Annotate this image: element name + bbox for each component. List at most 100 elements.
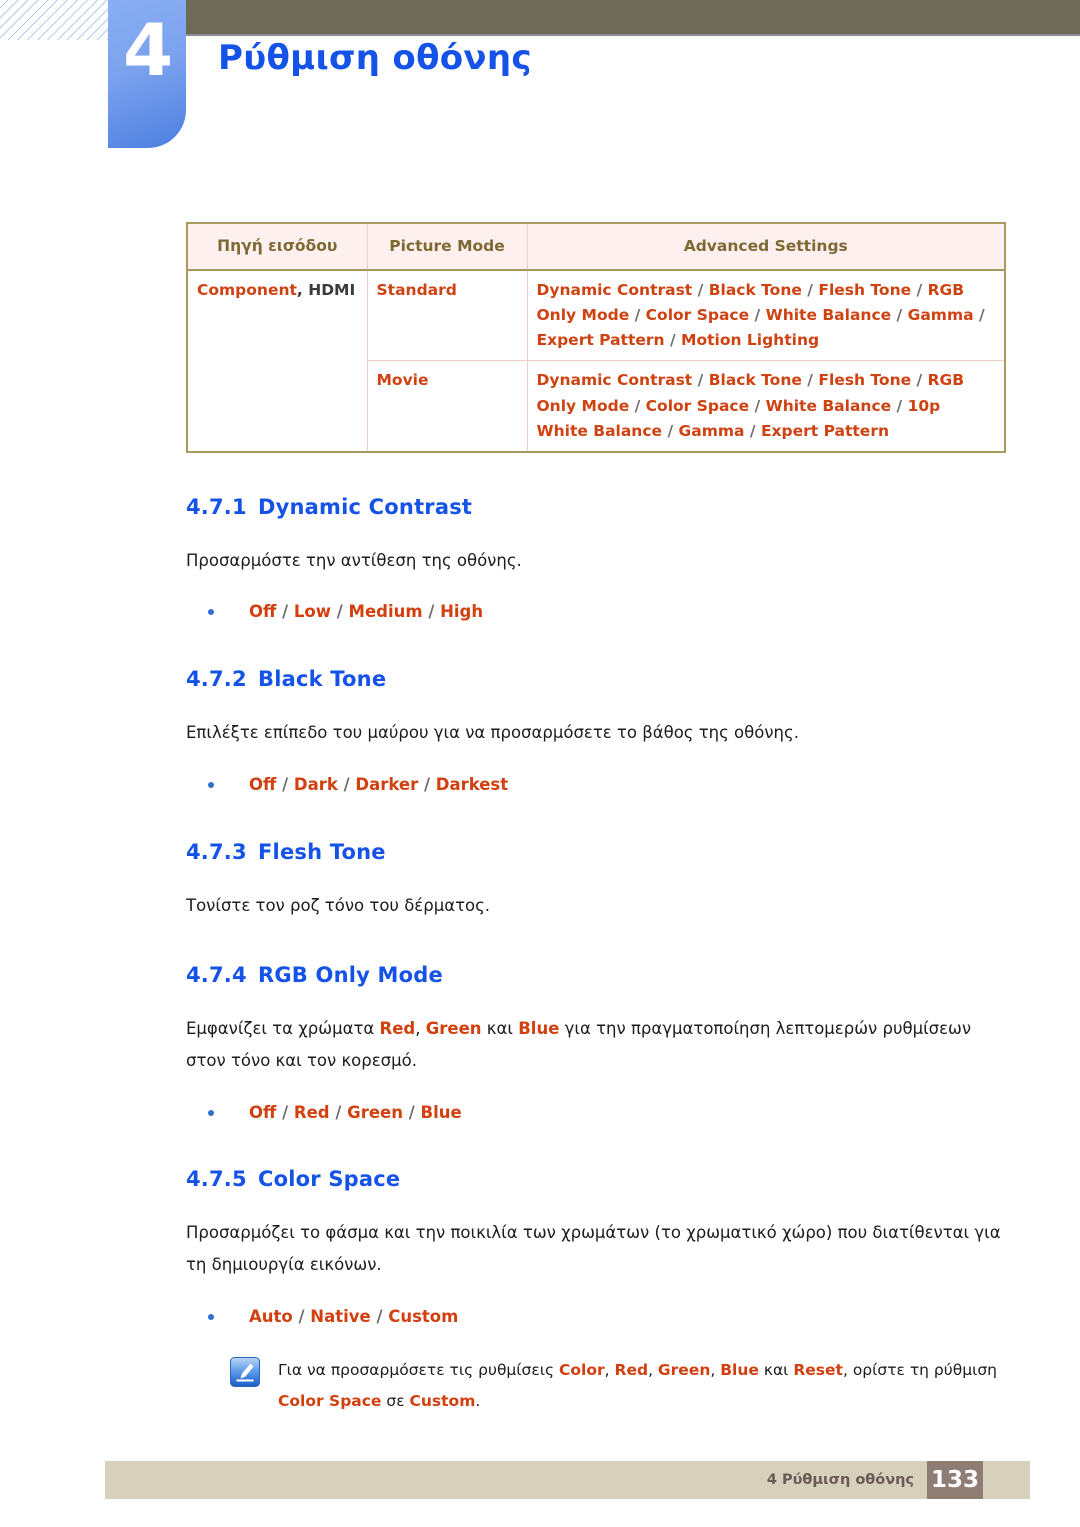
option-list-color-space: Auto / Native / Custom	[186, 1305, 1006, 1330]
note-part: σε	[381, 1391, 410, 1410]
footer-chapter-label: 4 Ρύθμιση οθόνης	[766, 1472, 914, 1488]
separator-slash: /	[423, 774, 430, 794]
highlight-green: Green	[657, 1361, 711, 1380]
separator-slash: /	[697, 371, 704, 390]
note-part: ,	[604, 1361, 615, 1380]
chapter-number: 4	[122, 8, 173, 92]
section-heading-black-tone: 4.7.2 Black Tone	[186, 667, 1006, 691]
note-text: Για να προσαρμόσετε τις ρυθμίσεις Color,…	[278, 1355, 1006, 1415]
separator-slash: /	[282, 1102, 289, 1122]
separator-slash: /	[282, 602, 289, 622]
section-body-color-space: Προσαρμόζει το φάσμα και την ποικιλία τω…	[186, 1223, 1001, 1275]
highlight-color: Color	[559, 1361, 605, 1380]
body-part: Εμφανίζει τα χρώματα	[186, 1019, 380, 1039]
page-content: Πηγή εισόδου Picture Mode Advanced Setti…	[186, 222, 1006, 1416]
table-header-advanced-settings: Advanced Settings	[526, 222, 1006, 272]
source-hdmi: HDMI	[308, 281, 356, 300]
separator-slash: /	[697, 281, 704, 300]
separator-slash: /	[335, 1102, 342, 1122]
section-title: Black Tone	[258, 667, 387, 692]
table-header-row: Πηγή εισόδου Picture Mode Advanced Setti…	[186, 222, 1006, 272]
body-part: και	[481, 1019, 519, 1039]
table-header-input-source: Πηγή εισόδου	[186, 222, 368, 272]
separator-slash: /	[916, 281, 923, 300]
separator-slash: /	[298, 1306, 305, 1326]
separator-slash: /	[336, 602, 343, 622]
bullet-icon	[208, 1313, 214, 1320]
advanced-settings-table: Πηγή εισόδου Picture Mode Advanced Setti…	[186, 222, 1006, 453]
source-component: Component	[197, 281, 297, 300]
page-header: 4 Ρύθμιση οθόνης	[0, 0, 1080, 160]
highlight-color-space: Color Space	[278, 1391, 382, 1410]
highlight-red: Red	[614, 1361, 649, 1380]
table-cell-advanced-settings: Dynamic Contrast / Black Tone / Flesh To…	[526, 360, 1006, 453]
option-list-black-tone: Off / Dark / Darker / Darkest	[186, 773, 1006, 798]
section-title: Color Space	[258, 1167, 401, 1192]
note-block: Για να προσαρμόσετε τις ρυθμίσεις Color,…	[186, 1355, 1006, 1415]
option-values: Off / Dark / Darker / Darkest	[249, 774, 509, 794]
separator-slash: /	[807, 371, 813, 390]
separator-slash: /	[749, 421, 756, 440]
section-number: 4.7.2	[186, 667, 247, 692]
separator-slash: /	[916, 371, 923, 390]
section-number: 4.7.4	[186, 963, 247, 988]
highlight-blue: Blue	[518, 1019, 560, 1039]
source-comma: ,	[296, 281, 309, 300]
separator-slash: /	[807, 281, 813, 300]
option-list-dynamic-contrast: Off / Low / Medium / High	[186, 600, 1006, 625]
separator-slash: /	[428, 602, 435, 622]
separator-slash: /	[634, 396, 641, 415]
highlight-red: Red	[379, 1019, 416, 1039]
option-values: Off / Red / Green / Blue	[249, 1102, 462, 1122]
section-body-dynamic-contrast: Προσαρμόστε την αντίθεση της οθόνης.	[186, 550, 522, 570]
section-number: 4.7.5	[186, 1167, 247, 1192]
option-values: Auto / Native / Custom	[249, 1306, 459, 1326]
option-list-rgb-only-mode: Off / Red / Green / Blue	[186, 1101, 1006, 1126]
table-cell-picture-mode: Movie	[366, 360, 528, 453]
note-part: και	[758, 1361, 794, 1380]
separator-slash: /	[408, 1102, 415, 1122]
section-heading-rgb-only-mode: 4.7.4 RGB Only Mode	[186, 963, 1006, 987]
note-part: ,	[710, 1361, 721, 1380]
table-cell-picture-mode: Standard	[366, 269, 528, 362]
separator-slash: /	[282, 774, 289, 794]
section-number: 4.7.1	[186, 494, 247, 519]
section-body-black-tone: Επιλέξτε επίπεδο του μαύρου για να προσα…	[186, 723, 799, 743]
section-heading-color-space: 4.7.5 Color Space	[186, 1167, 1006, 1191]
section-title: RGB Only Mode	[258, 963, 443, 988]
section-number: 4.7.3	[186, 839, 247, 864]
highlight-custom: Custom	[409, 1391, 476, 1410]
section-heading-dynamic-contrast: 4.7.1 Dynamic Contrast	[186, 495, 1006, 519]
separator-slash: /	[376, 1306, 383, 1326]
bullet-icon	[208, 1109, 214, 1116]
bullet-icon	[208, 609, 214, 616]
bullet-icon	[208, 781, 214, 788]
separator-slash: /	[896, 396, 903, 415]
separator-slash: /	[754, 396, 761, 415]
page-footer: 4 Ρύθμιση οθόνης 133	[105, 1461, 1030, 1499]
note-part: .	[475, 1391, 481, 1410]
highlight-green: Green	[425, 1019, 482, 1039]
note-part: Για να προσαρμόσετε τις ρυθμίσεις	[278, 1361, 560, 1380]
page-number: 133	[927, 1461, 983, 1499]
separator-slash: /	[634, 306, 641, 325]
note-part: , ορίστε τη ρύθμιση	[842, 1361, 997, 1380]
option-values: Off / Low / Medium / High	[249, 602, 484, 622]
header-olive-bar	[185, 0, 1080, 36]
separator-slash: /	[978, 306, 985, 325]
separator-slash: /	[754, 306, 761, 325]
section-body-rgb-only-mode: Εμφανίζει τα χρώματα Red, Green και Blue…	[186, 1013, 1006, 1076]
separator-slash: /	[669, 331, 676, 350]
table-cell-input-source: Component, HDMI	[186, 269, 368, 453]
section-heading-flesh-tone: 4.7.3 Flesh Tone	[186, 840, 1006, 864]
separator-slash: /	[896, 306, 903, 325]
body-part: ,	[415, 1019, 426, 1039]
section-title: Dynamic Contrast	[258, 494, 473, 519]
separator-slash: /	[343, 774, 350, 794]
separator-slash: /	[667, 421, 674, 440]
note-part: ,	[648, 1361, 658, 1380]
section-body-flesh-tone: Τονίστε τον ροζ τόνο του δέρματος.	[186, 895, 491, 915]
table-cell-advanced-settings: Dynamic Contrast / Black Tone / Flesh To…	[526, 269, 1006, 362]
page-title: Ρύθμιση οθόνης	[218, 38, 532, 78]
highlight-blue: Blue	[720, 1361, 759, 1380]
